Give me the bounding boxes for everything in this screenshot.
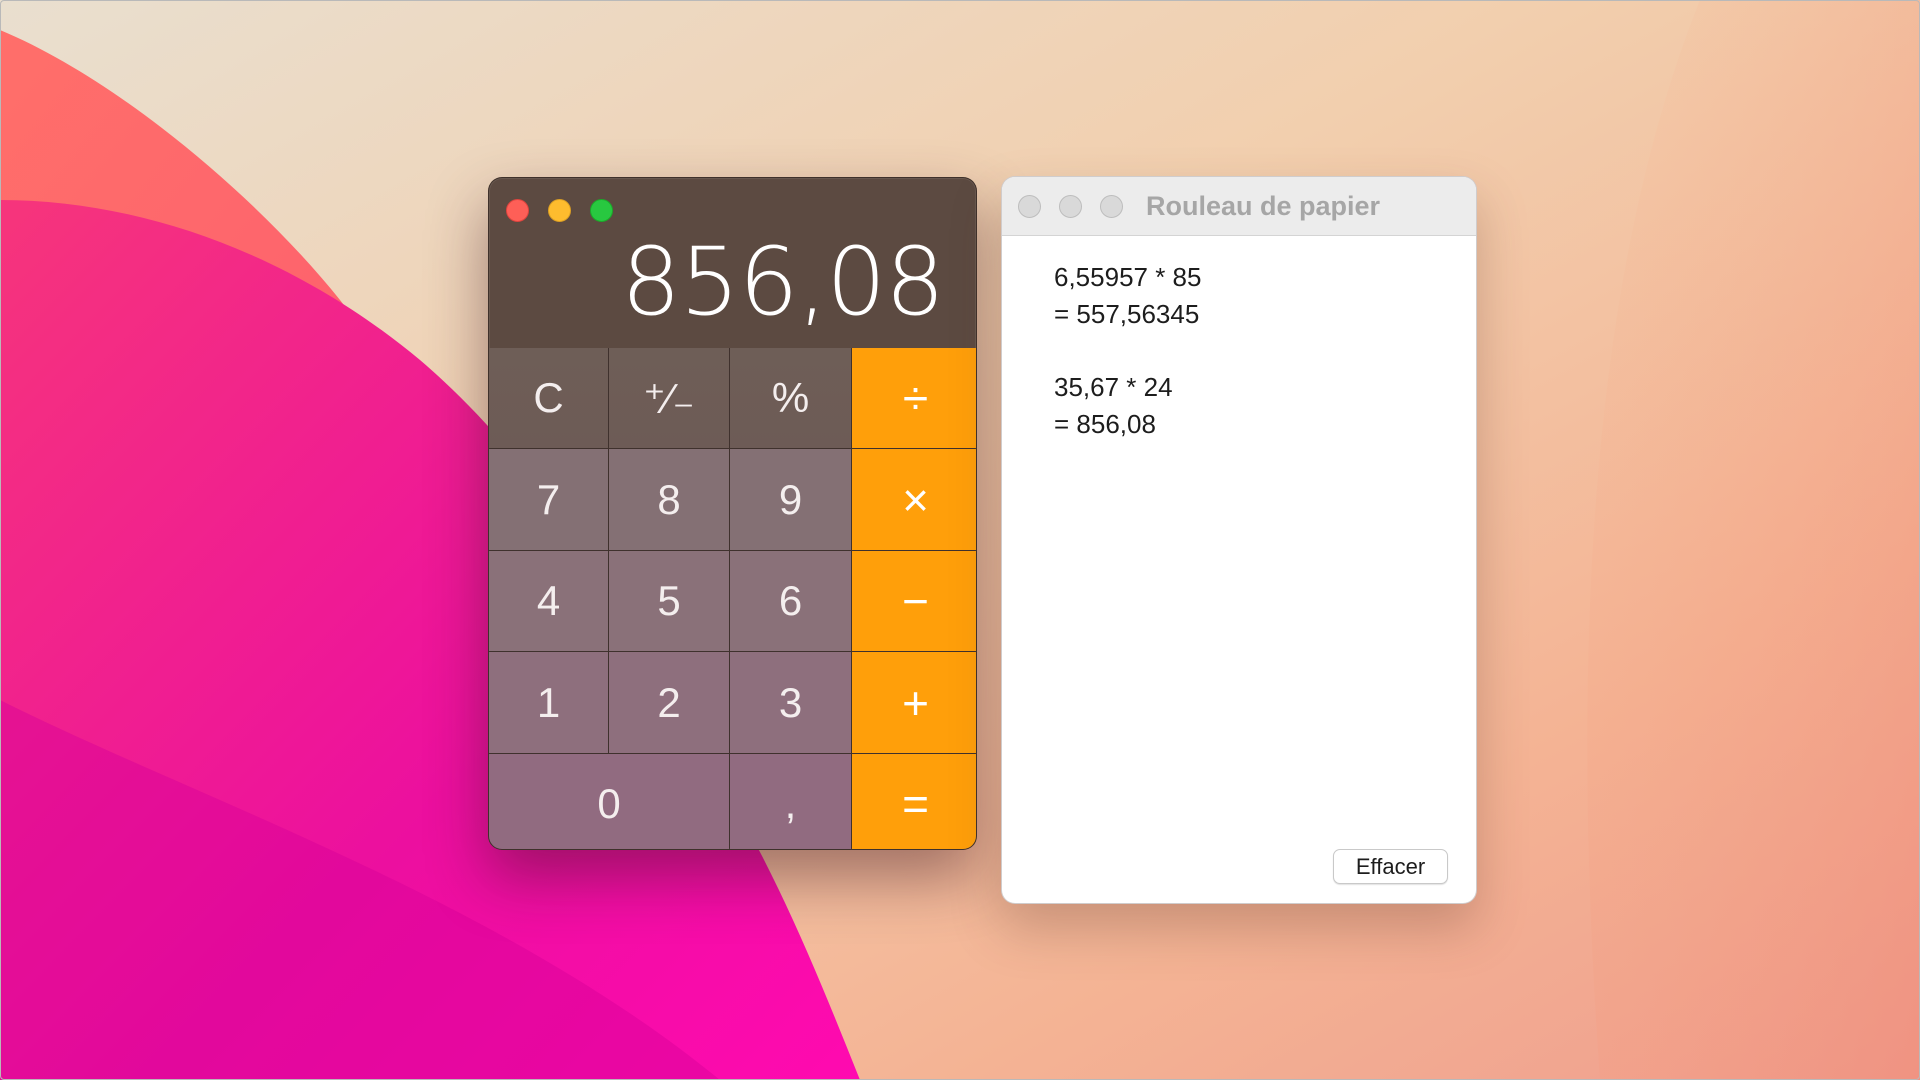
digit-3-key[interactable]: 3	[730, 652, 851, 753]
window-title: Rouleau de papier	[1146, 191, 1381, 221]
close-button[interactable]	[506, 199, 529, 222]
calculator-window: 856,08 C ⁺∕₋ % ÷ 7 8 9 × 4 5 6 − 1 2 3 +…	[488, 177, 977, 850]
decimal-separator-key[interactable]: ,	[730, 754, 851, 849]
percent-key[interactable]: %	[730, 348, 851, 448]
divide-key[interactable]: ÷	[852, 348, 976, 448]
minimize-button[interactable]	[548, 199, 571, 222]
digit-6-key[interactable]: 6	[730, 551, 851, 651]
paper-tape-content[interactable]: 6,55957 * 85 = 557,56345 35,67 * 24 = 85…	[1054, 259, 1201, 443]
digit-4-key[interactable]: 4	[489, 551, 608, 651]
digit-9-key[interactable]: 9	[730, 449, 851, 550]
calculator-keypad: C ⁺∕₋ % ÷ 7 8 9 × 4 5 6 − 1 2 3 + 0 , =	[489, 348, 976, 849]
paper-tape-titlebar[interactable]: Rouleau de papier	[1002, 177, 1476, 236]
equals-key[interactable]: =	[852, 754, 976, 849]
digit-8-key[interactable]: 8	[609, 449, 729, 550]
digit-2-key[interactable]: 2	[609, 652, 729, 753]
paper-tape-window: Rouleau de papier 6,55957 * 85 = 557,563…	[1001, 176, 1477, 904]
subtract-key[interactable]: −	[852, 551, 976, 651]
digit-1-key[interactable]: 1	[489, 652, 608, 753]
multiply-key[interactable]: ×	[852, 449, 976, 550]
close-button[interactable]	[1018, 195, 1041, 218]
minimize-button[interactable]	[1059, 195, 1082, 218]
tape-expression: 6,55957 * 85	[1054, 262, 1202, 292]
calculator-display: 856,08	[621, 228, 945, 337]
tape-result: = 557,56345	[1054, 299, 1200, 329]
tape-result: = 856,08	[1054, 409, 1156, 439]
sign-toggle-key[interactable]: ⁺∕₋	[609, 348, 729, 448]
digit-0-key[interactable]: 0	[489, 754, 729, 849]
zoom-button[interactable]	[1100, 195, 1123, 218]
clear-key[interactable]: C	[489, 348, 608, 448]
tape-expression: 35,67 * 24	[1054, 372, 1173, 402]
zoom-button[interactable]	[590, 199, 613, 222]
add-key[interactable]: +	[852, 652, 976, 753]
digit-7-key[interactable]: 7	[489, 449, 608, 550]
digit-5-key[interactable]: 5	[609, 551, 729, 651]
clear-tape-button[interactable]: Effacer	[1333, 849, 1448, 884]
